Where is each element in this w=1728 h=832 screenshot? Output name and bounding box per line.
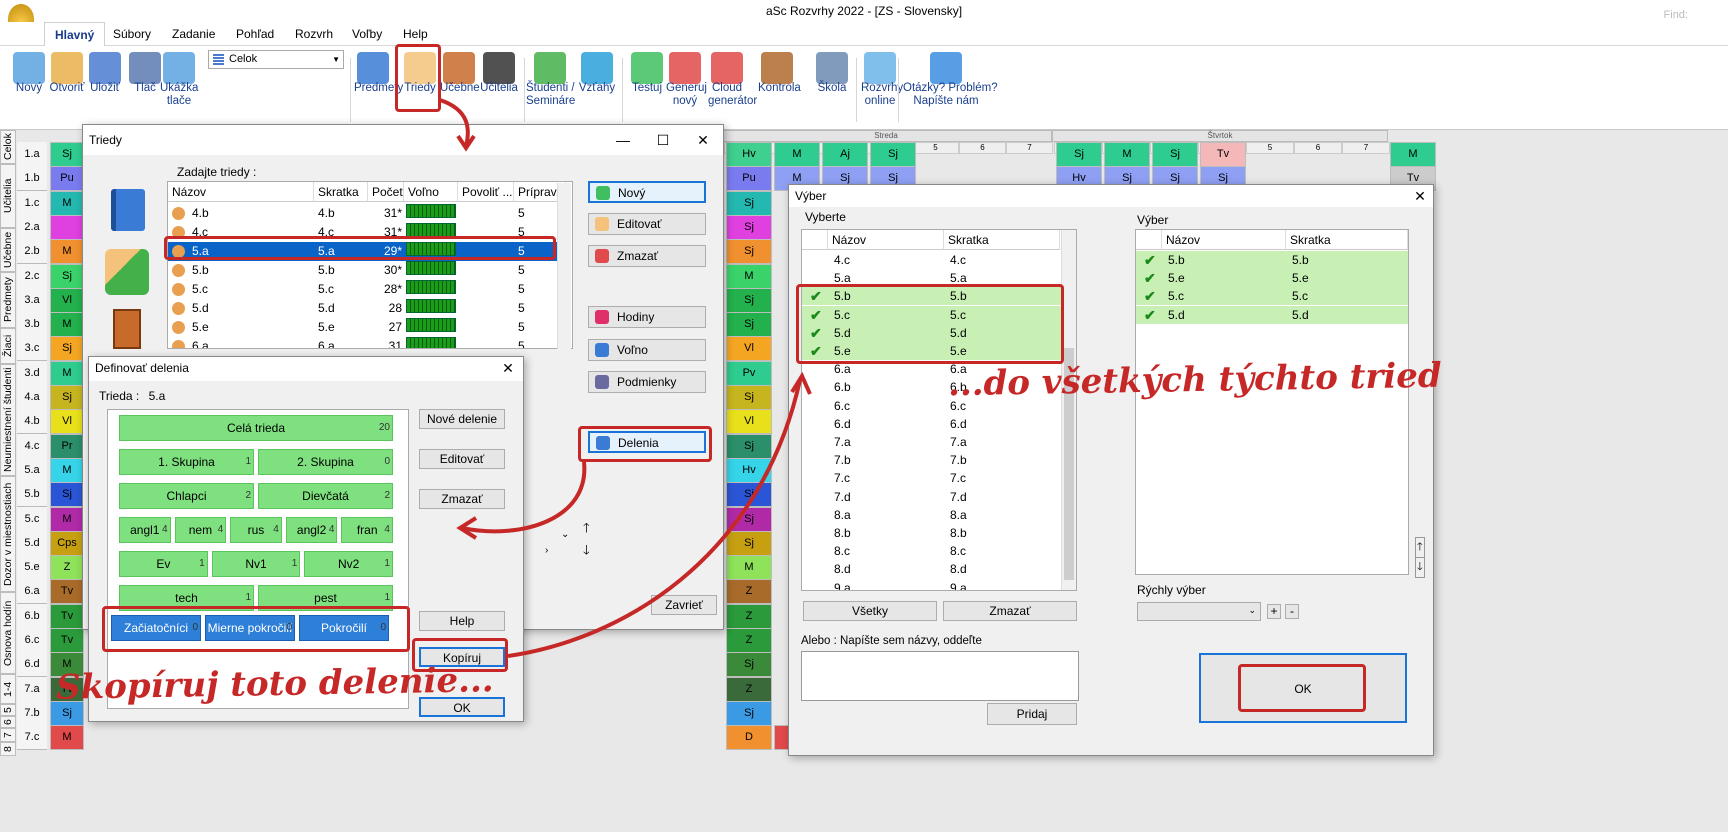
arrowhead-kopiruj — [790, 371, 812, 395]
arrow-delenia-to-dialog — [461, 461, 587, 534]
arrow-triedy-to-dialog — [439, 98, 470, 147]
annotation-arrows — [439, 98, 812, 658]
